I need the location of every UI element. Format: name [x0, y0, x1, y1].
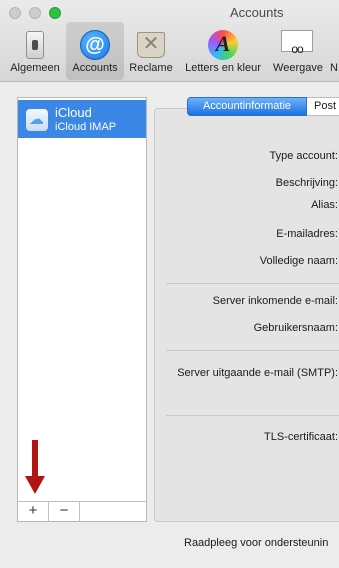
- label-volledige-naam: Volledige naam:: [259, 255, 338, 267]
- sidebar-controls: + −: [18, 501, 146, 521]
- separator: [166, 350, 339, 351]
- arrow-head: [25, 476, 45, 494]
- toolbar-item-reclame[interactable]: ✕ Reclame: [124, 22, 178, 80]
- toolbar-item-overflow[interactable]: N: [330, 22, 339, 80]
- separator: [166, 415, 339, 416]
- label-tls-certificaat: TLS-certificaat:: [264, 431, 338, 443]
- add-account-button[interactable]: +: [18, 502, 49, 521]
- zoom-window-button[interactable]: [49, 7, 61, 19]
- toolbar-label: Letters en kleur: [185, 62, 261, 74]
- minimize-window-button[interactable]: [29, 7, 41, 19]
- at-sign-icon: @: [80, 30, 110, 60]
- remove-account-button[interactable]: −: [49, 502, 80, 521]
- toolbar-item-weergave[interactable]: oo Weergave: [268, 22, 328, 80]
- window-title: Accounts: [230, 5, 284, 20]
- toolbar-label: Reclame: [129, 62, 173, 74]
- toolbar-label: Accounts: [72, 62, 118, 74]
- toolbar-item-letters-en-kleur[interactable]: A Letters en kleur: [180, 22, 266, 80]
- label-gebruikersnaam: Gebruikersnaam:: [253, 322, 338, 334]
- tab-postvak[interactable]: Post: [307, 97, 339, 116]
- switch-icon: [26, 31, 44, 59]
- cloud-glyph: ☁: [29, 111, 44, 128]
- junk-mail-icon: ✕: [137, 32, 165, 58]
- glasses-glyph: oo: [291, 42, 303, 56]
- arrow-shaft: [32, 440, 38, 478]
- account-name: iCloud: [55, 105, 92, 120]
- support-text: Raadpleeg voor ondersteunin: [184, 537, 329, 549]
- toolbar-item-accounts[interactable]: @ Accounts: [66, 22, 124, 80]
- icloud-icon: ☁: [26, 109, 48, 131]
- label-alias: Alias:: [311, 199, 338, 211]
- window-titlebar: Accounts Algemeen @ Accounts ✕ Reclame A…: [0, 0, 339, 82]
- close-window-button[interactable]: [9, 7, 21, 19]
- label-type-account: Type account:: [269, 150, 339, 162]
- fonts-colors-icon: A: [208, 30, 238, 60]
- account-row-icloud[interactable]: ☁ iCloud iCloud IMAP: [18, 100, 146, 138]
- toolbar-label: N: [330, 62, 338, 74]
- tab-accountinformatie[interactable]: Accountinformatie: [187, 97, 307, 116]
- separator: [166, 283, 339, 284]
- view-glasses-icon: oo: [281, 30, 315, 60]
- toolbar-item-algemeen[interactable]: Algemeen: [6, 22, 64, 80]
- label-server-uitgaande-email: Server uitgaande e-mail (SMTP):: [177, 367, 338, 379]
- account-details-panel: [154, 108, 339, 522]
- account-type: iCloud IMAP: [55, 121, 117, 133]
- annotation-arrow: [25, 440, 45, 496]
- label-e-mailadres: E-mailadres:: [276, 228, 338, 240]
- label-beschrijving: Beschrijving:: [275, 177, 338, 189]
- label-server-inkomende-email: Server inkomende e-mail:: [212, 295, 338, 307]
- toolbar-label: Weergave: [273, 62, 323, 74]
- toolbar-label: Algemeen: [10, 62, 60, 74]
